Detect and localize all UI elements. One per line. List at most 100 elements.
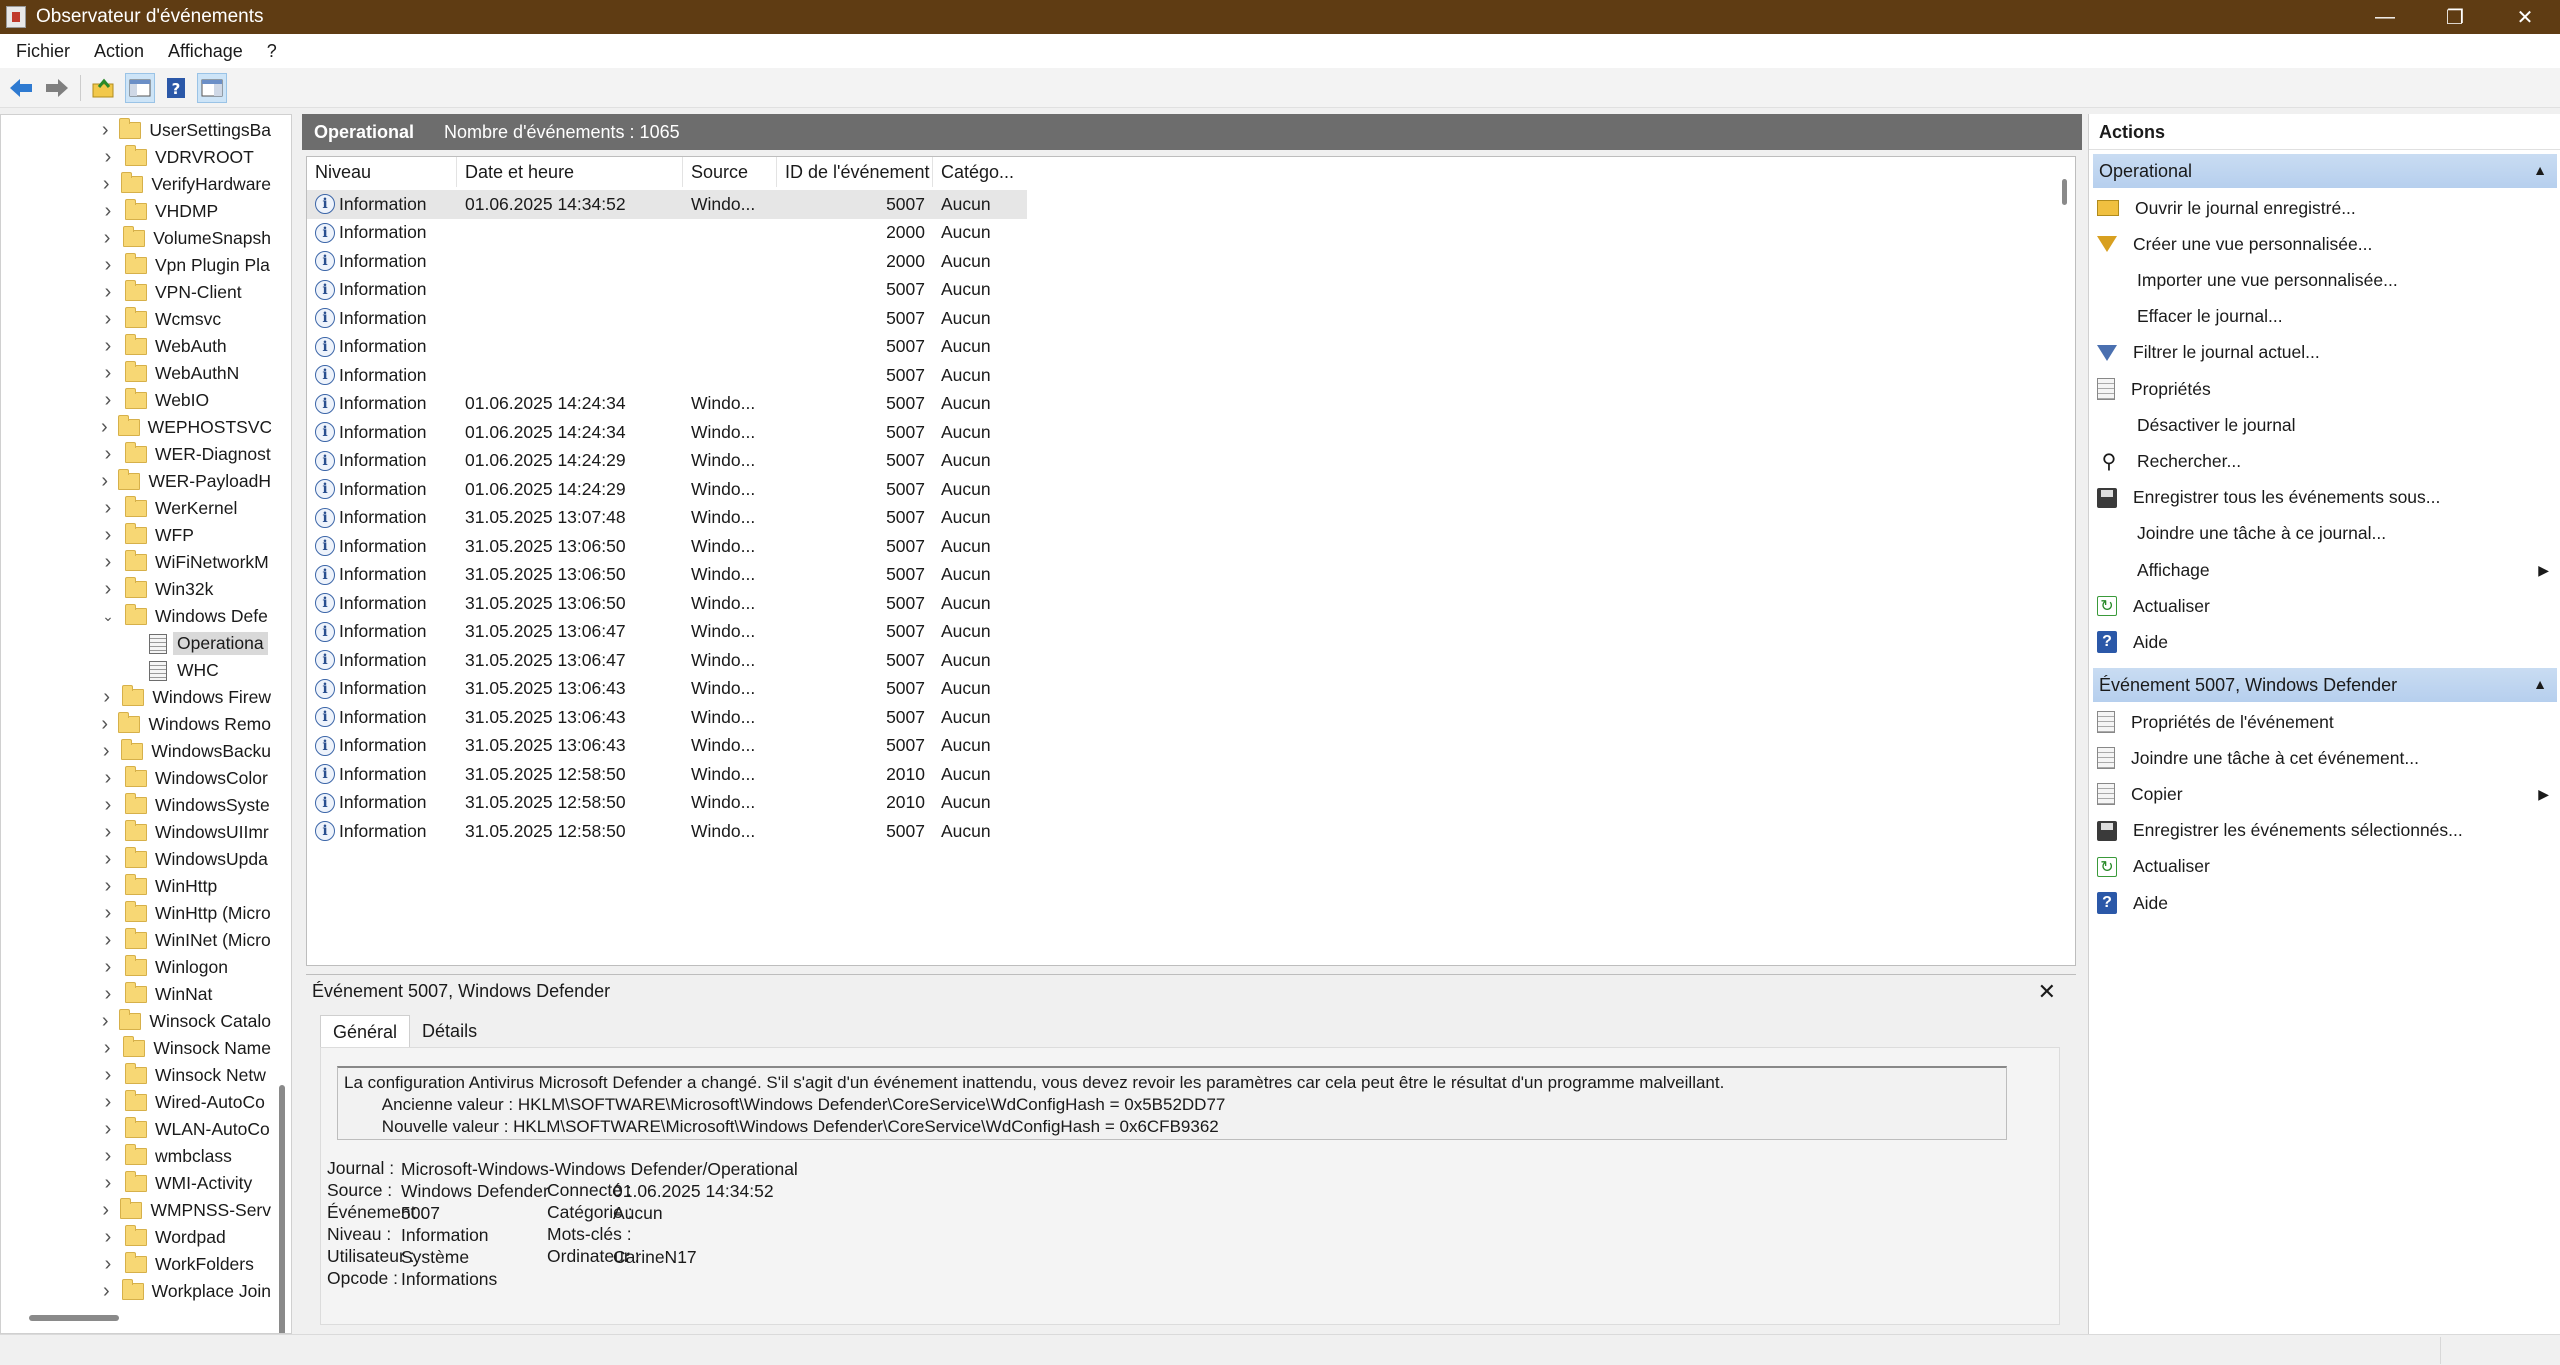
value-computer[interactable]: CarineN17 — [613, 1247, 697, 1268]
table-row[interactable]: i Information 01.06.2025 14:24:29 Windo... 5… — [307, 475, 1027, 504]
tree-node[interactable]: › WindowsBacku — [1, 738, 271, 765]
tree-horizontal-scrollbar[interactable] — [29, 1315, 119, 1321]
tree-log-node[interactable]: Operationa — [1, 630, 271, 657]
chevron-right-icon[interactable]: › — [101, 1118, 115, 1141]
back-arrow-icon[interactable] — [6, 73, 36, 103]
table-row[interactable]: i Information 01.06.2025 14:34:52 Windo... 5… — [307, 190, 1027, 219]
table-row[interactable]: i Information 31.05.2025 13:06:47 Windo... 5… — [307, 646, 1027, 675]
tree-node[interactable]: › WindowsUIImr — [1, 819, 271, 846]
show-hide-tree-icon[interactable] — [125, 72, 155, 103]
chevron-right-icon[interactable]: › — [101, 1199, 110, 1222]
chevron-right-icon[interactable]: › — [101, 740, 111, 763]
column-header-level[interactable]: Niveau — [307, 157, 457, 187]
action-item[interactable]: ? Aide — [2097, 625, 2553, 659]
action-item[interactable]: Propriétés — [2097, 372, 2553, 406]
action-item[interactable]: Effacer le journal... — [2097, 300, 2553, 334]
collapse-icon[interactable]: ▲ — [2533, 676, 2547, 692]
tree-node[interactable]: › VerifyHardware — [1, 171, 271, 198]
action-item[interactable]: Joindre une tâche à ce journal... — [2097, 517, 2553, 551]
table-row[interactable]: i Information 31.05.2025 13:06:43 Windo... 5… — [307, 732, 1027, 761]
value-event[interactable]: 5007 — [401, 1203, 440, 1224]
chevron-right-icon[interactable]: › — [101, 443, 115, 466]
chevron-right-icon[interactable]: › — [101, 146, 115, 169]
table-row[interactable]: i Information 5007 Aucun — [307, 276, 1027, 305]
value-logged[interactable]: 01.06.2025 14:34:52 — [613, 1181, 774, 1202]
table-row[interactable]: i Information 5007 Aucun — [307, 333, 1027, 362]
tree-node[interactable]: › WinHttp (Micro — [1, 900, 271, 927]
tree-node[interactable]: › WinHttp — [1, 873, 271, 900]
chevron-right-icon[interactable]: › — [101, 875, 115, 898]
tree-node[interactable]: › WEPHOSTSVC — [1, 414, 271, 441]
table-row[interactable]: i Information 2000 Aucun — [307, 219, 1027, 248]
close-button[interactable]: ✕ — [2490, 0, 2560, 34]
chevron-right-icon[interactable]: › — [101, 173, 111, 196]
action-item[interactable]: Désactiver le journal — [2097, 408, 2553, 442]
table-row[interactable]: i Information 01.06.2025 14:24:34 Windo... 5… — [307, 390, 1027, 419]
chevron-right-icon[interactable]: › — [101, 551, 115, 574]
chevron-right-icon[interactable]: › — [101, 470, 108, 493]
tree-node[interactable]: › Winsock Name — [1, 1035, 271, 1062]
tree-node[interactable]: ⌄ Windows Defe — [1, 603, 271, 630]
tree-node[interactable]: › WER-PayloadH — [1, 468, 271, 495]
tree-node[interactable]: › WorkFolders — [1, 1251, 271, 1278]
table-row[interactable]: i Information 31.05.2025 13:06:50 Windo... 5… — [307, 561, 1027, 590]
action-item[interactable]: Filtrer le journal actuel... — [2097, 336, 2553, 370]
chevron-right-icon[interactable]: › — [101, 578, 115, 601]
tree-node[interactable]: › Windows Firew — [1, 684, 271, 711]
table-row[interactable]: i Information 01.06.2025 14:24:34 Windo... 5… — [307, 418, 1027, 447]
chevron-right-icon[interactable]: › — [101, 254, 115, 277]
chevron-right-icon[interactable]: › — [101, 767, 115, 790]
chevron-right-icon[interactable]: › — [101, 929, 115, 952]
table-row[interactable]: i Information 31.05.2025 13:06:43 Windo... 5… — [307, 675, 1027, 704]
action-item[interactable]: Enregistrer les événements sélectionnés.… — [2097, 814, 2553, 848]
chevron-right-icon[interactable]: › — [101, 848, 115, 871]
table-row[interactable]: i Information 31.05.2025 12:58:50 Windo... 5… — [307, 817, 1027, 846]
help-icon[interactable]: ? — [161, 73, 191, 103]
tree-node[interactable]: › WerKernel — [1, 495, 271, 522]
tree-node[interactable]: › wmbclass — [1, 1143, 271, 1170]
tree-node[interactable]: › WMI-Activity — [1, 1170, 271, 1197]
table-row[interactable]: i Information 31.05.2025 12:58:50 Windo... 2… — [307, 789, 1027, 818]
tree-node[interactable]: › Wordpad — [1, 1224, 271, 1251]
value-opcode[interactable]: Informations — [401, 1269, 497, 1290]
forward-arrow-icon[interactable] — [42, 73, 72, 103]
action-item[interactable]: Joindre une tâche à cet événement... — [2097, 741, 2553, 775]
chevron-right-icon[interactable]: › — [101, 389, 115, 412]
chevron-right-icon[interactable]: › — [101, 713, 108, 736]
menu-affichage[interactable]: Affichage — [156, 34, 255, 68]
table-row[interactable]: i Information 01.06.2025 14:24:29 Windo... 5… — [307, 447, 1027, 476]
tree-node[interactable]: › UserSettingsBa — [1, 117, 271, 144]
chevron-right-icon[interactable]: › — [101, 1253, 115, 1276]
tree-node[interactable]: › WiFiNetworkM — [1, 549, 271, 576]
menu-help[interactable]: ? — [255, 34, 289, 68]
chevron-right-icon[interactable]: › — [101, 416, 108, 439]
table-row[interactable]: i Information 31.05.2025 13:06:43 Windo... 5… — [307, 703, 1027, 732]
menu-action[interactable]: Action — [82, 34, 156, 68]
table-row[interactable]: i Information 31.05.2025 13:06:50 Windo... 5… — [307, 532, 1027, 561]
chevron-right-icon[interactable]: › — [101, 1010, 109, 1033]
detail-close-icon[interactable]: ✕ — [2038, 979, 2056, 1005]
chevron-down-icon[interactable]: ⌄ — [101, 608, 115, 625]
action-item[interactable]: Affichage ▶ — [2097, 553, 2553, 587]
tree-node[interactable]: › WebIO — [1, 387, 271, 414]
tree-vertical-scrollbar[interactable] — [279, 1085, 285, 1333]
table-row[interactable]: i Information 5007 Aucun — [307, 304, 1027, 333]
actions-section-log[interactable]: Operational ▲ — [2093, 154, 2557, 188]
actions-section-event[interactable]: Événement 5007, Windows Defender ▲ — [2093, 668, 2557, 702]
table-row[interactable]: i Information 31.05.2025 12:58:50 Windo... 2… — [307, 760, 1027, 789]
column-header-source[interactable]: Source — [683, 157, 777, 187]
tree-node[interactable]: › Winlogon — [1, 954, 271, 981]
tree-log-node[interactable]: WHC — [1, 657, 271, 684]
grid-vertical-scrollbar[interactable] — [2062, 179, 2067, 205]
action-item[interactable]: Enregistrer tous les événements sous... — [2097, 481, 2553, 515]
chevron-right-icon[interactable]: › — [101, 983, 115, 1006]
table-row[interactable]: i Information 31.05.2025 13:06:47 Windo... 5… — [307, 618, 1027, 647]
tree-node[interactable]: › WindowsColor — [1, 765, 271, 792]
action-item[interactable]: Propriétés de l'événement — [2097, 705, 2553, 739]
minimize-button[interactable]: — — [2350, 0, 2420, 34]
column-header-event-id[interactable]: ID de l'événement — [777, 157, 933, 187]
tree-node[interactable]: › WinNat — [1, 981, 271, 1008]
table-row[interactable]: i Information 31.05.2025 13:07:48 Windo... 5… — [307, 504, 1027, 533]
tree-node[interactable]: › WebAuthN — [1, 360, 271, 387]
action-item[interactable]: Importer une vue personnalisée... — [2097, 263, 2553, 297]
